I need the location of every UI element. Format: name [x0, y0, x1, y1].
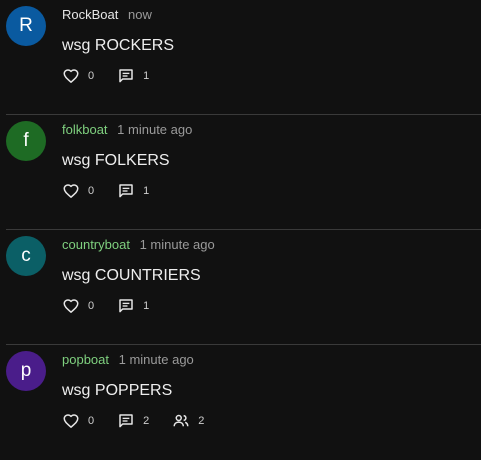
heart-icon: [63, 299, 79, 313]
comment-icon: [119, 184, 133, 198]
comment-count: 1: [143, 70, 150, 82]
post-meta: RockBoat now: [62, 7, 152, 23]
heart-icon: [63, 184, 79, 198]
post-feed: R RockBoat now wsg ROCKERS 0 1 f folkboa…: [0, 0, 481, 460]
like-count: 0: [88, 415, 95, 427]
post-content: wsg COUNTRIERS: [62, 267, 201, 284]
like-button[interactable]: 0: [62, 182, 94, 200]
heart-icon: [63, 69, 79, 83]
post-item: f folkboat 1 minute ago wsg FOLKERS 0 1: [0, 115, 481, 230]
avatar-letter: R: [19, 15, 33, 36]
like-count: 0: [88, 300, 95, 312]
comment-icon: [119, 299, 133, 313]
post-meta: folkboat 1 minute ago: [62, 122, 192, 138]
avatar-letter: c: [21, 245, 31, 266]
username-link[interactable]: folkboat: [62, 122, 108, 137]
participants-button[interactable]: 2: [172, 412, 204, 430]
post-item: R RockBoat now wsg ROCKERS 0 1: [0, 0, 481, 115]
comment-button[interactable]: 1: [117, 67, 149, 85]
comment-icon: [119, 414, 133, 428]
post-content: wsg POPPERS: [62, 382, 173, 399]
post-meta: countryboat 1 minute ago: [62, 237, 215, 253]
post-item: p popboat 1 minute ago wsg POPPERS 0 2 2: [0, 345, 481, 460]
like-button[interactable]: 0: [62, 297, 94, 315]
post-actions: 0 2 2: [62, 412, 227, 430]
participant-count: 2: [198, 415, 205, 427]
avatar[interactable]: p: [6, 351, 46, 391]
comment-button[interactable]: 1: [117, 297, 149, 315]
heart-icon: [63, 414, 79, 428]
comment-count: 1: [143, 300, 150, 312]
post-timestamp: 1 minute ago: [117, 122, 193, 137]
post-actions: 0 1: [62, 297, 172, 315]
like-button[interactable]: 0: [62, 67, 94, 85]
post-timestamp: now: [128, 7, 152, 22]
post-meta: popboat 1 minute ago: [62, 352, 194, 368]
post-timestamp: 1 minute ago: [139, 237, 215, 252]
post-item: c countryboat 1 minute ago wsg COUNTRIER…: [0, 230, 481, 345]
comment-count: 1: [143, 185, 150, 197]
comment-count: 2: [143, 415, 150, 427]
comment-button[interactable]: 2: [117, 412, 149, 430]
people-icon: [173, 414, 189, 427]
username-link[interactable]: countryboat: [62, 237, 130, 252]
avatar[interactable]: f: [6, 121, 46, 161]
avatar[interactable]: R: [6, 6, 46, 46]
post-actions: 0 1: [62, 67, 172, 85]
avatar-letter: f: [23, 130, 29, 151]
like-count: 0: [88, 185, 95, 197]
post-content: wsg FOLKERS: [62, 152, 170, 169]
like-count: 0: [88, 70, 95, 82]
username-link[interactable]: RockBoat: [62, 7, 118, 22]
comment-icon: [119, 69, 133, 83]
post-content: wsg ROCKERS: [62, 37, 175, 54]
like-button[interactable]: 0: [62, 412, 94, 430]
post-actions: 0 1: [62, 182, 172, 200]
post-timestamp: 1 minute ago: [118, 352, 194, 367]
comment-button[interactable]: 1: [117, 182, 149, 200]
avatar-letter: p: [20, 360, 32, 381]
username-link[interactable]: popboat: [62, 352, 109, 367]
avatar[interactable]: c: [6, 236, 46, 276]
